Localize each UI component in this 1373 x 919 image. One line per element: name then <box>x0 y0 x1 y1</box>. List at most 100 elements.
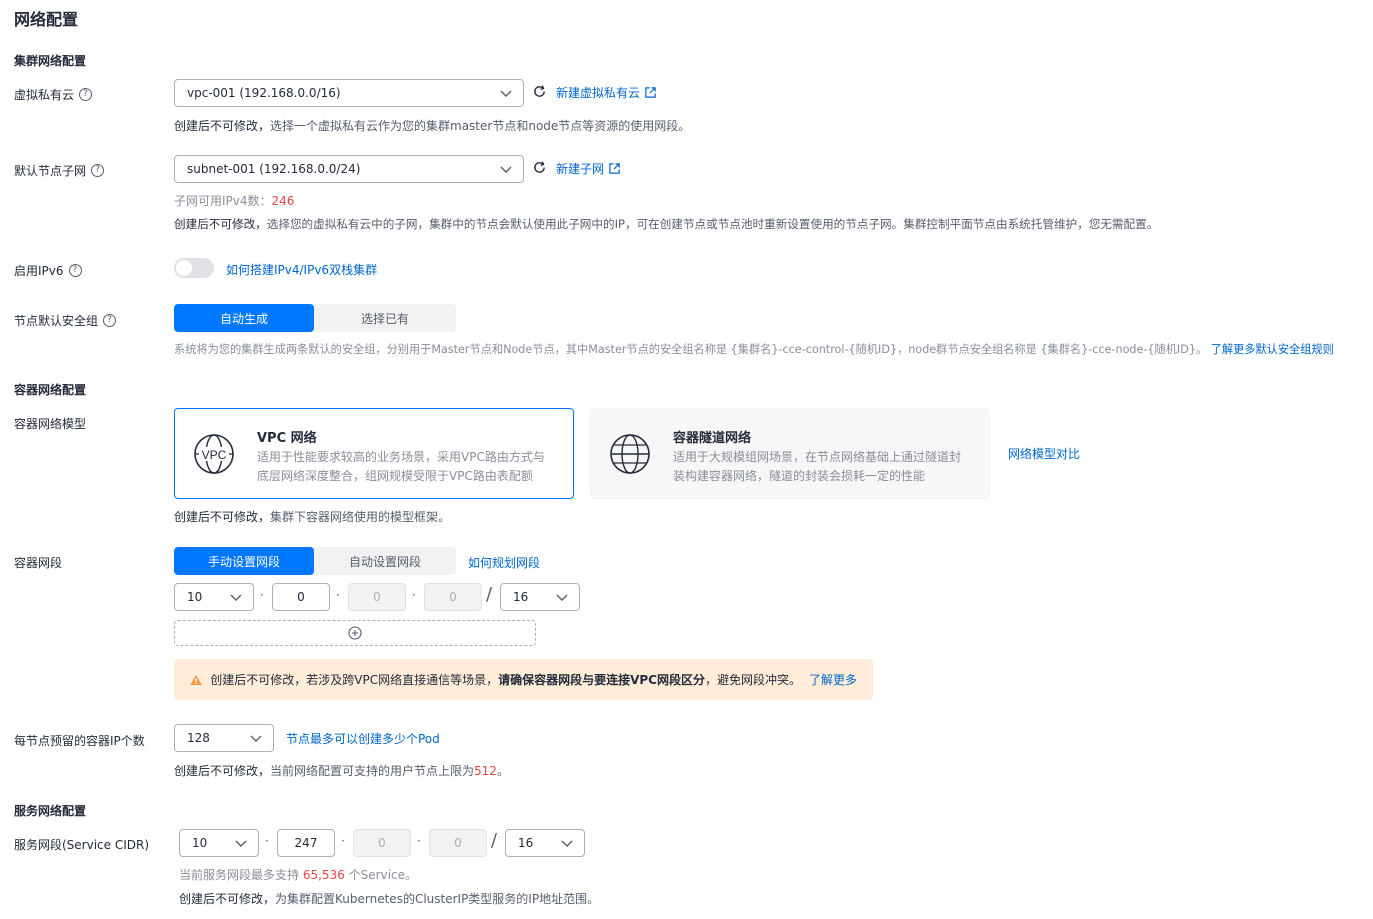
slash-separator: / <box>491 830 498 851</box>
dot-separator: · <box>260 588 264 602</box>
service-hint-text: 为集群配置Kubernetes的ClusterIP类型服务的IP地址范围。 <box>275 892 600 906</box>
help-icon[interactable]: ? <box>103 314 117 327</box>
alert-text: 创建后不可修改，若涉及跨VPC网络直接通信等场景，请确保容器网段与要连接VPC网… <box>210 671 801 688</box>
pod-ip-hint: 创建后不可修改，当前网络配置可支持的用户节点上限为512。 <box>174 762 509 779</box>
help-icon[interactable]: ? <box>91 164 105 177</box>
external-link-icon <box>609 163 620 174</box>
alert-text-part1: 创建后不可修改，若涉及跨VPC网络直接通信等场景， <box>210 673 499 687</box>
refresh-icon[interactable] <box>532 160 547 175</box>
chevron-down-icon <box>250 735 262 742</box>
dot-separator: · <box>336 588 340 602</box>
alert-text-part2: ，避免网段冲突。 <box>704 673 801 687</box>
service-cidr-octet1-select[interactable]: 10 <box>179 829 259 857</box>
container-cidr-octet4-input: 0 <box>424 583 482 611</box>
security-group-segmented: 自动生成 选择已有 <box>174 304 456 332</box>
create-subnet-link[interactable]: 新建子网 <box>556 160 621 177</box>
external-link-icon <box>645 87 656 98</box>
security-group-label: 节点默认安全组 ? <box>14 312 117 329</box>
network-model-label: 容器网络模型 <box>14 417 87 431</box>
ipv6-dual-stack-link[interactable]: 如何搭建IPv4/IPv6双栈集群 <box>226 261 377 278</box>
refresh-icon[interactable] <box>532 84 547 99</box>
slash-separator: / <box>486 584 493 605</box>
pod-ip-hint-suffix: 。 <box>496 764 509 778</box>
plus-circle-icon <box>348 626 362 640</box>
network-model-card-vpc[interactable]: VPC VPC 网络 适用于性能要求较高的业务场景，采用VPC路由方式与 底层网… <box>174 408 574 499</box>
section-title-service-network: 服务网络配置 <box>14 804 87 818</box>
service-support-count: 65,536 <box>302 868 345 882</box>
container-cidr-octet2-input[interactable]: 0 <box>272 583 330 611</box>
service-cidr-mask-select[interactable]: 16 <box>505 829 585 857</box>
subnet-ipv4-label: 子网可用IPv4数： <box>174 194 272 208</box>
subnet-ipv4-count: 子网可用IPv4数：246 <box>174 192 294 209</box>
vpc-hint: 创建后不可修改，选择一个虚拟私有云作为您的集群master节点和node节点等资… <box>174 117 690 134</box>
security-group-option-existing[interactable]: 选择已有 <box>314 304 456 332</box>
subnet-label-text: 默认节点子网 <box>14 164 87 178</box>
ipv6-label: 启用IPv6 ? <box>14 262 82 279</box>
cidr-option-auto[interactable]: 自动设置网段 <box>314 547 456 575</box>
pod-ip-limit: 512 <box>474 764 497 778</box>
max-pods-link[interactable]: 节点最多可以创建多少个Pod <box>286 730 440 747</box>
subnet-hint-text: 选择您的虚拟私有云中的子网，集群中的节点会默认使用此子网中的IP，可在创建节点或… <box>266 217 1159 231</box>
warning-icon <box>190 674 202 685</box>
container-cidr-octet1-select[interactable]: 10 <box>174 583 254 611</box>
subnet-hint: 创建后不可修改，选择您的虚拟私有云中的子网，集群中的节点会默认使用此子网中的IP… <box>174 216 1158 232</box>
ipv6-toggle[interactable] <box>174 258 214 278</box>
service-cidr-label: 服务网段(Service CIDR) <box>14 838 150 852</box>
vpc-network-icon: VPC <box>194 434 234 474</box>
vpc-select[interactable]: vpc-001 (192.168.0.0/16) <box>174 79 524 107</box>
mask-value: 16 <box>513 590 529 604</box>
subnet-select[interactable]: subnet-001 (192.168.0.0/24) <box>174 155 524 183</box>
card-desc-line1: 适用于大规模组网场景，在节点网络基础上通过隧道封 <box>673 450 962 464</box>
network-model-card-tunnel[interactable]: 容器隧道网络 适用于大规模组网场景，在节点网络基础上通过隧道封 装构建容器网络，… <box>590 408 990 499</box>
security-group-rules-link[interactable]: 了解更多默认安全组规则 <box>1211 343 1334 356</box>
subnet-select-value: subnet-001 (192.168.0.0/24) <box>187 162 361 176</box>
service-cidr-hint: 创建后不可修改，为集群配置Kubernetes的ClusterIP类型服务的IP… <box>179 890 599 907</box>
card-desc-line1: 适用于性能要求较高的业务场景，采用VPC路由方式与 <box>257 450 545 464</box>
cidr-option-manual[interactable]: 手动设置网段 <box>174 547 314 575</box>
plan-cidr-link[interactable]: 如何规划网段 <box>468 554 540 571</box>
security-group-label-text: 节点默认安全组 <box>14 314 99 328</box>
pod-ip-value: 128 <box>187 731 210 745</box>
create-vpc-link-text: 新建虚拟私有云 <box>556 86 641 100</box>
dot-separator: · <box>265 834 269 848</box>
toggle-knob <box>176 260 192 276</box>
vpc-label-text: 虚拟私有云 <box>14 88 75 102</box>
vpc-hint-prefix: 创建后不可修改， <box>174 119 271 133</box>
container-cidr-label: 容器网段 <box>14 556 63 570</box>
chevron-down-icon <box>561 840 573 847</box>
vpc-select-value: vpc-001 (192.168.0.0/16) <box>187 86 341 100</box>
service-cidr-octet3-input: 0 <box>353 829 411 857</box>
container-cidr-mask-select[interactable]: 16 <box>500 583 580 611</box>
chevron-down-icon <box>500 90 512 97</box>
chevron-down-icon <box>500 166 512 173</box>
service-cidr-octet4-input: 0 <box>429 829 487 857</box>
service-support-prefix: 当前服务网段最多支持 <box>179 868 300 882</box>
dot-separator: · <box>341 834 345 848</box>
pod-ip-hint-text: 当前网络配置可支持的用户节点上限为 <box>270 764 475 778</box>
globe-icon <box>610 434 650 474</box>
pod-ip-hint-prefix: 创建后不可修改， <box>174 764 271 778</box>
help-icon[interactable]: ? <box>68 264 82 277</box>
ipv6-label-text: 启用IPv6 <box>14 264 64 278</box>
vpc-label: 虚拟私有云 ? <box>14 86 93 103</box>
subnet-hint-prefix: 创建后不可修改， <box>174 217 267 231</box>
help-icon[interactable]: ? <box>79 88 93 101</box>
svg-text:VPC: VPC <box>202 448 227 462</box>
cidr-warning-alert: 创建后不可修改，若涉及跨VPC网络直接通信等场景，请确保容器网段与要连接VPC网… <box>174 659 873 700</box>
alert-learn-more-link[interactable]: 了解更多 <box>809 671 857 688</box>
card-desc-line2: 装构建容器网络，隧道的封装会损耗一定的性能 <box>673 469 926 483</box>
mask-value: 16 <box>518 836 534 850</box>
chevron-down-icon <box>230 594 242 601</box>
section-title-cluster-network: 集群网络配置 <box>14 54 87 68</box>
octet1-value: 10 <box>187 590 203 604</box>
service-cidr-support: 当前服务网段最多支持 65,536 个Service。 <box>179 866 417 883</box>
service-support-suffix: 个Service。 <box>348 868 418 882</box>
security-group-option-auto[interactable]: 自动生成 <box>174 304 314 332</box>
service-cidr-octet2-input[interactable]: 247 <box>277 829 335 857</box>
add-cidr-button[interactable] <box>174 620 536 646</box>
create-vpc-link[interactable]: 新建虚拟私有云 <box>556 84 657 101</box>
network-model-compare-link[interactable]: 网络模型对比 <box>1008 445 1080 462</box>
pod-ip-select[interactable]: 128 <box>174 724 274 752</box>
service-hint-prefix: 创建后不可修改， <box>179 892 276 906</box>
container-cidr-segmented: 手动设置网段 自动设置网段 <box>174 547 456 575</box>
